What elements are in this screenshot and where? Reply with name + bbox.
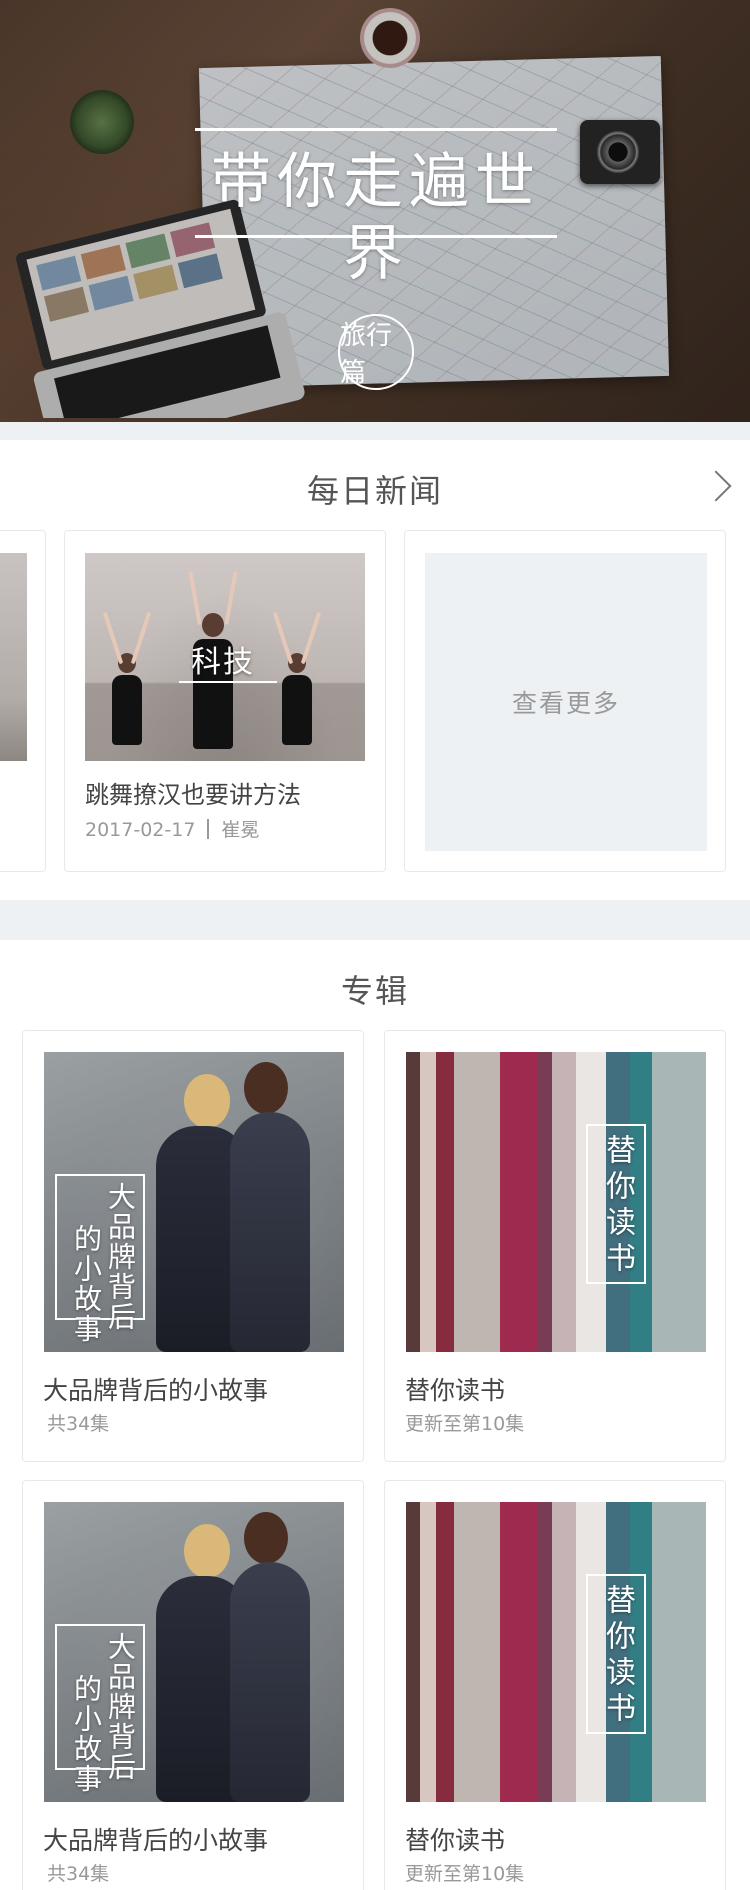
news-card-image: 科技 [85,553,365,761]
album-cover-image: 替你读书 [406,1502,706,1802]
album-cover-image: 替你读书 [406,1052,706,1352]
see-more-card[interactable]: 查看更多 [404,530,726,872]
news-card-meta: 2017-02-17 崔冕 [85,815,259,842]
news-card-date: 2017-02-17 [85,819,196,841]
album-subtitle: 更新至第10集 [405,1413,525,1435]
meta-separator [207,819,210,839]
hero-badge[interactable]: 旅行篇 [338,314,414,390]
album-cover-text-line1: 大品牌背后 [104,1182,137,1332]
album-title: 替你读书 [405,1376,506,1405]
album-cover-text: 替你读书 [600,1584,635,1728]
album-cover-text-line2: 的小故事 [70,1224,103,1344]
album-subtitle: 共34集 [47,1413,110,1435]
hero-title-block: 带你走遍世界 [195,128,557,289]
hero-title-rule-top [195,128,557,131]
divider [0,900,750,940]
albums-section-title: 专辑 [340,972,409,1010]
album-card[interactable]: 大品牌背后 的小故事 大品牌背后的小故事 共34集 [22,1030,364,1462]
album-cover-image: 大品牌背后 的小故事 [44,1502,344,1802]
news-card-tag: 科技 [191,645,255,680]
album-subtitle: 共34集 [47,1863,110,1885]
album-cover-text: 替你读书 [600,1134,635,1278]
news-card-author: 崔冕 [221,819,260,841]
hero-title-rule-bottom [195,235,557,238]
dancer-figure [102,611,152,745]
hero-banner[interactable]: 带你走遍世界 旅行篇 [0,0,750,422]
album-subtitle: 更新至第10集 [405,1863,525,1885]
model-head [184,1524,230,1578]
album-cover-image: 大品牌背后 的小故事 [44,1052,344,1352]
album-card[interactable]: 替你读书 替你读书 更新至第10集 [384,1480,726,1890]
news-card-title: 跳舞撩汉也要讲方法 [85,781,301,809]
divider [0,422,750,440]
model-head [184,1074,230,1128]
album-cover-text-line2: 的小故事 [70,1674,103,1794]
model-head [244,1062,288,1114]
model-head [244,1512,288,1564]
album-cover-text-line1: 大品牌背后 [104,1632,137,1782]
news-card-partial-image [0,553,27,761]
news-section-title: 每日新闻 [306,472,443,510]
see-more-label[interactable]: 查看更多 [425,553,707,851]
album-card[interactable]: 替你读书 替你读书 更新至第10集 [384,1030,726,1462]
album-title: 大品牌背后的小故事 [43,1826,269,1855]
news-tag-underline [179,681,277,683]
hero-title: 带你走遍世界 [211,147,541,289]
news-card-partial[interactable] [0,530,46,872]
model-figure [230,1562,310,1802]
album-card[interactable]: 大品牌背后 的小故事 大品牌背后的小故事 共34集 [22,1480,364,1890]
album-title: 替你读书 [405,1826,506,1855]
dancer-figure [272,611,322,745]
model-figure [230,1112,310,1352]
album-title: 大品牌背后的小故事 [43,1376,269,1405]
news-card[interactable]: 科技 跳舞撩汉也要讲方法 2017-02-17 崔冕 [64,530,386,872]
